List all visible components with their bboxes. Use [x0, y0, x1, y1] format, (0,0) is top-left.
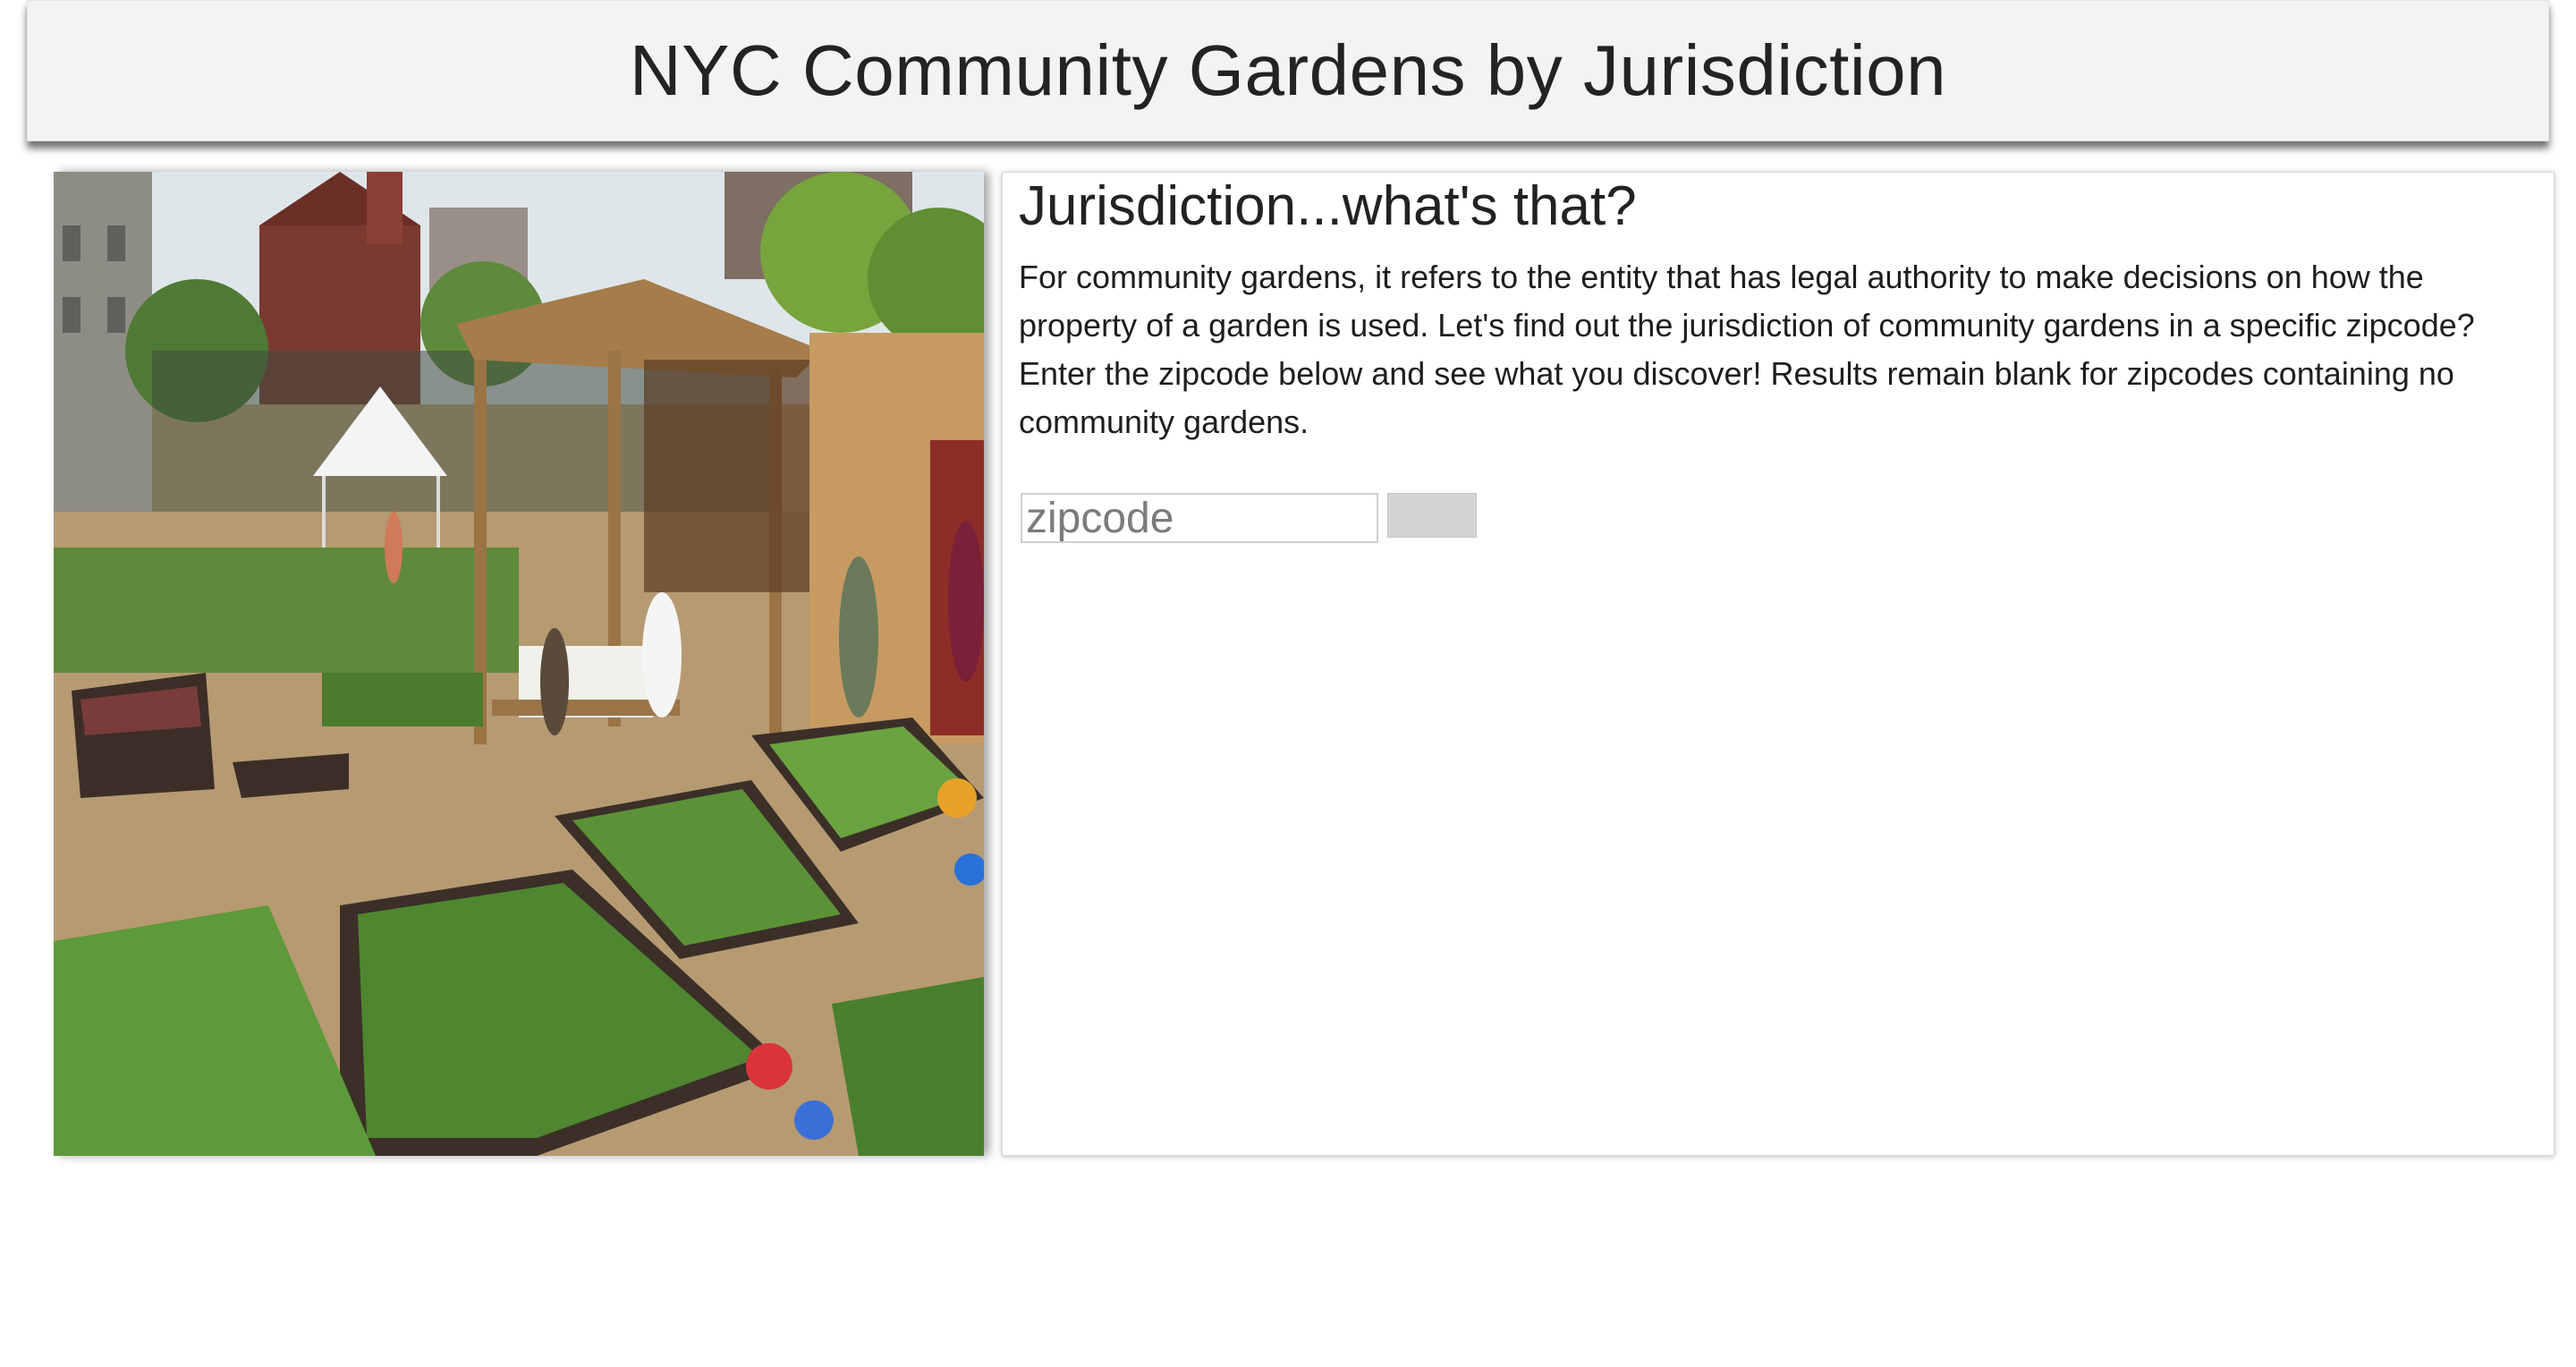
info-panel: Jurisdiction...what's that? For communit… — [1002, 172, 2555, 1156]
info-description: For community gardens, it refers to the … — [1019, 259, 2475, 440]
page-header: NYC Community Gardens by Jurisdiction — [27, 0, 2549, 141]
garden-photo — [54, 172, 984, 1156]
submit-button[interactable] — [1387, 493, 1477, 538]
page-title: NYC Community Gardens by Jurisdiction — [629, 30, 1947, 110]
info-heading: Jurisdiction...what's that? — [1019, 175, 1637, 237]
zipcode-input[interactable] — [1021, 493, 1378, 543]
